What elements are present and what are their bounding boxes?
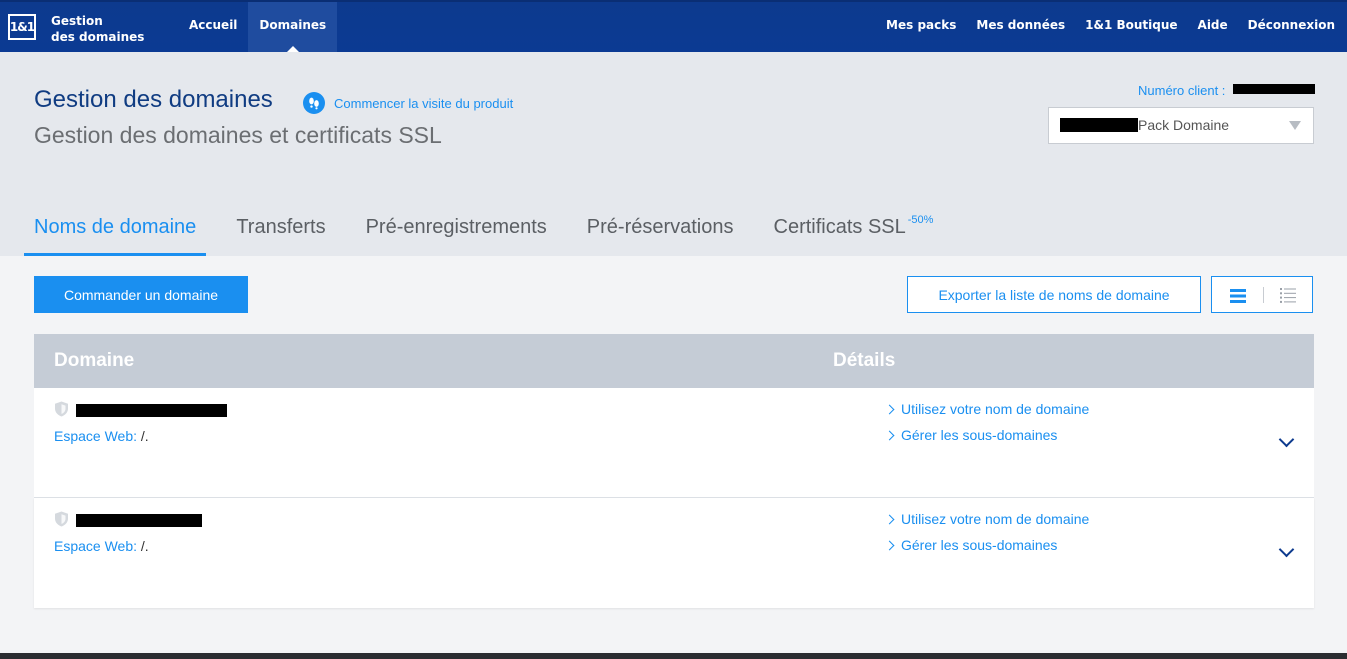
window-bottom-strip [0, 653, 1347, 659]
export-domain-list-button[interactable]: Exporter la liste de noms de domaine [907, 276, 1201, 313]
tab-label: Certificats SSL [773, 216, 906, 238]
tab-label: Noms de domaine [34, 216, 197, 238]
shield-icon [54, 401, 69, 421]
manage-subdomains-label: Gérer les sous-domaines [901, 537, 1058, 553]
compact-list-view-icon[interactable] [1230, 288, 1246, 307]
top-navbar: 1&1 Gestion des domaines Accueil Domaine… [0, 0, 1347, 52]
client-number-redacted [1233, 84, 1316, 94]
tab-label: Transferts [236, 216, 326, 238]
brand-logo[interactable]: 1&1 [8, 14, 36, 40]
web-space-value: /. [140, 538, 149, 554]
table-header: Domaine Détails [34, 334, 1314, 388]
main-nav: Accueil Domaines [178, 2, 338, 52]
nav-item-boutique[interactable]: 1&1 Boutique [1085, 18, 1177, 32]
tab-certificats-ssl[interactable]: Certificats SSL -50% [764, 210, 944, 256]
client-number: Numéro client : [1138, 83, 1316, 98]
manage-subdomains-label: Gérer les sous-domaines [901, 427, 1058, 443]
tab-label: Pré-réservations [586, 216, 734, 238]
chevron-right-icon [884, 514, 895, 524]
use-domain-label: Utilisez votre nom de domaine [901, 511, 1090, 527]
chevron-right-icon [884, 404, 895, 414]
client-number-label: Numéro client : [1138, 83, 1226, 98]
chevron-down-icon[interactable] [1278, 431, 1295, 448]
account-nav: Mes packs Mes données 1&1 Boutique Aide … [886, 2, 1335, 52]
view-toggle-divider [1263, 287, 1264, 303]
web-space: Espace Web: /. [54, 428, 149, 444]
nav-item-mes-donnees[interactable]: Mes données [976, 18, 1065, 32]
discount-badge: -50% [907, 214, 934, 226]
web-space-value: /. [140, 428, 149, 444]
tab-noms-de-domaine[interactable]: Noms de domaine [24, 210, 207, 256]
tab-transferts[interactable]: Transferts [226, 210, 335, 256]
table-row: Espace Web: /. Utilisez votre nom de dom… [34, 498, 1314, 608]
manage-subdomains-link[interactable]: Gérer les sous-domaines [884, 537, 1058, 553]
nav-item-domaines[interactable]: Domaines [248, 2, 338, 52]
tab-pre-enregistrements[interactable]: Pré-enregistrements [356, 210, 557, 256]
nav-item-deconnexion[interactable]: Déconnexion [1248, 18, 1335, 32]
domain-tabs: Noms de domaine Transferts Pré-enregistr… [24, 210, 963, 256]
dropdown-caret-icon [1289, 121, 1301, 130]
domain-table: Domaine Détails Espace Web: /. Utilisez … [34, 334, 1314, 608]
use-domain-label: Utilisez votre nom de domaine [901, 401, 1090, 417]
table-row: Espace Web: /. Utilisez votre nom de dom… [34, 388, 1314, 498]
brand-title: Gestion des domaines [51, 13, 144, 45]
column-details: Détails [833, 350, 896, 371]
page-subtitle: Gestion des domaines et certificats SSL [34, 122, 442, 148]
page-header: Gestion des domaines Commencer la visite… [0, 52, 1347, 256]
order-domain-button[interactable]: Commander un domaine [34, 276, 248, 313]
use-domain-link[interactable]: Utilisez votre nom de domaine [884, 401, 1090, 417]
brand-line-1: Gestion [51, 14, 103, 28]
use-domain-link[interactable]: Utilisez votre nom de domaine [884, 511, 1090, 527]
brand-line-2: des domaines [51, 30, 145, 44]
detailed-list-view-icon[interactable] [1280, 288, 1296, 307]
page-title: Gestion des domaines [34, 86, 273, 113]
chevron-down-icon[interactable] [1278, 541, 1295, 558]
pack-name-redacted [1060, 118, 1138, 132]
pack-select[interactable]: Pack Domaine [1048, 107, 1314, 144]
tab-pre-reservations[interactable]: Pré-réservations [577, 210, 744, 256]
product-tour-link[interactable]: Commencer la visite du produit [303, 92, 513, 114]
chevron-right-icon [884, 430, 895, 440]
nav-item-accueil[interactable]: Accueil [178, 2, 248, 52]
tab-label: Pré-enregistrements [365, 216, 547, 238]
shield-icon [54, 511, 69, 531]
web-space: Espace Web: /. [54, 538, 149, 554]
nav-item-mes-packs[interactable]: Mes packs [886, 18, 956, 32]
pack-select-value: Pack Domaine [1138, 117, 1230, 133]
manage-subdomains-link[interactable]: Gérer les sous-domaines [884, 427, 1058, 443]
column-domaine: Domaine [54, 350, 135, 371]
view-toggle [1211, 276, 1313, 313]
footsteps-icon [303, 92, 325, 114]
domain-list-section: Commander un domaine Exporter la liste d… [0, 256, 1347, 653]
domain-name-redacted[interactable] [76, 514, 202, 527]
web-space-label: Espace Web: [54, 538, 138, 554]
product-tour-label: Commencer la visite du produit [334, 95, 514, 111]
domain-name-redacted[interactable] [76, 404, 227, 417]
chevron-right-icon [884, 540, 895, 550]
nav-item-aide[interactable]: Aide [1198, 18, 1228, 32]
web-space-label: Espace Web: [54, 428, 138, 444]
